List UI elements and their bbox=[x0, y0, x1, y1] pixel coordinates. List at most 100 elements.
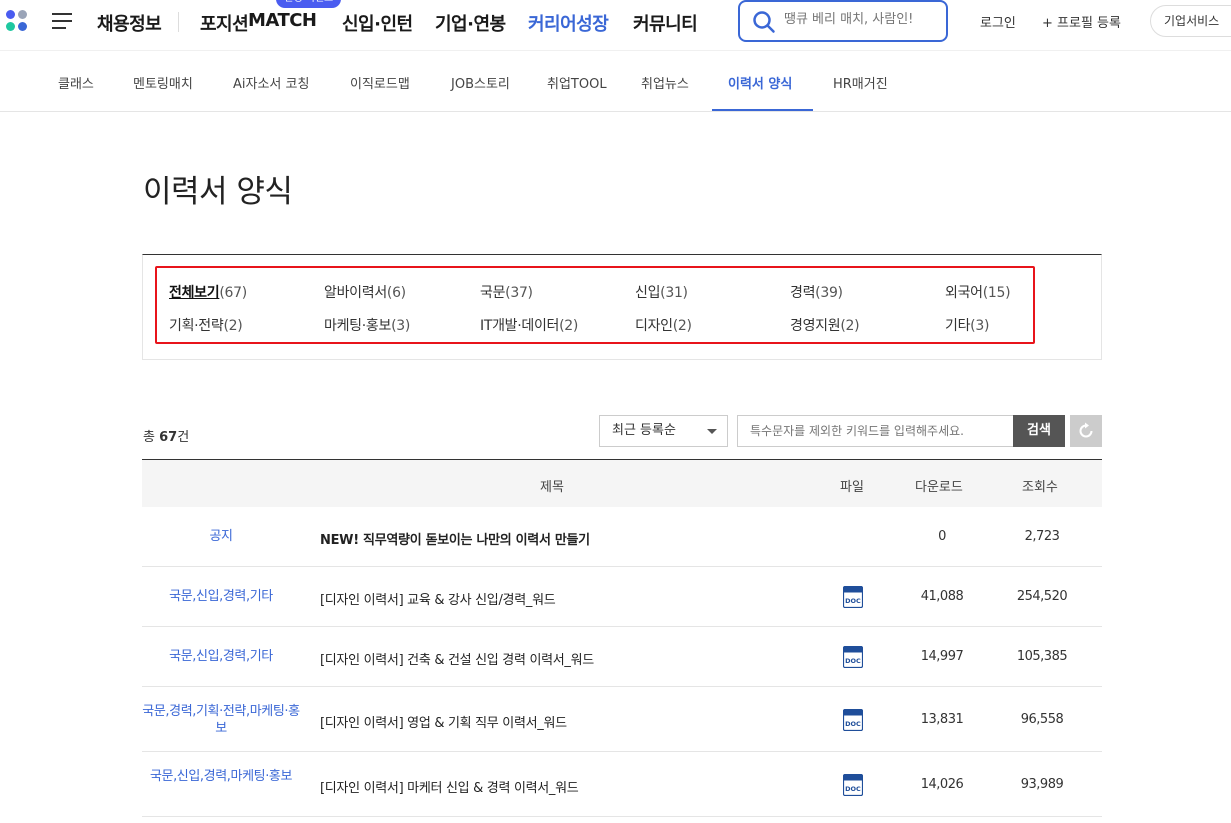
category-planning[interactable]: 기획·전략(2) bbox=[169, 315, 243, 335]
reset-button[interactable] bbox=[1070, 415, 1102, 447]
category-name: 기획·전략 bbox=[169, 318, 224, 334]
category-name: 국문 bbox=[480, 285, 506, 301]
nav-career-growth[interactable]: 커리어성장 bbox=[528, 10, 609, 36]
row-title[interactable]: [디자인 이력서] 마케터 신입 & 경력 이력서_워드 bbox=[320, 777, 579, 796]
category-experienced[interactable]: 경력(39) bbox=[790, 282, 843, 302]
category-korean[interactable]: 국문(37) bbox=[480, 282, 533, 302]
table-row[interactable]: 국문,신입,경력,마케팅·홍보 [디자인 이력서] 마케터 신입 & 경력 이력… bbox=[142, 752, 1102, 817]
category-name: 기타 bbox=[945, 318, 971, 334]
global-search[interactable] bbox=[738, 0, 948, 42]
category-marketing[interactable]: 마케팅·홍보(3) bbox=[324, 315, 410, 335]
category-name: 신입 bbox=[635, 285, 661, 301]
row-views: 96,558 bbox=[1020, 712, 1064, 727]
tab-mentoring[interactable]: 멘토링매치 bbox=[133, 73, 193, 92]
row-views: 2,723 bbox=[1024, 529, 1060, 544]
keyword-search-input[interactable] bbox=[737, 415, 1013, 447]
row-download: 14,997 bbox=[920, 649, 964, 664]
row-download: 14,026 bbox=[920, 777, 964, 792]
row-category[interactable]: 국문,신입,경력,기타 bbox=[142, 648, 300, 665]
category-name: 전체보기 bbox=[169, 285, 220, 301]
row-category[interactable]: 국문,신입,경력,기타 bbox=[142, 588, 300, 605]
doc-icon[interactable]: DOC bbox=[843, 774, 863, 796]
category-foreign[interactable]: 외국어(15) bbox=[945, 282, 1011, 302]
top-header: 채용정보 포지션 MATCH 진행 이벤트 신입·인턴 기업·연봉 커리어성장 … bbox=[0, 0, 1231, 48]
tab-hr-magazine[interactable]: HR매거진 bbox=[833, 73, 888, 92]
row-download: 0 bbox=[938, 529, 946, 544]
category-count: (2) bbox=[840, 318, 860, 334]
nav-position[interactable]: 포지션 bbox=[200, 10, 249, 36]
table-row[interactable]: 국문,신입,경력,기타 [디자인 이력서] 건축 & 건설 신입 경력 이력서_… bbox=[142, 627, 1102, 687]
row-category[interactable]: 국문,신입,경력,마케팅·홍보 bbox=[142, 768, 300, 785]
category-design[interactable]: 디자인(2) bbox=[635, 315, 692, 335]
svg-text:DOC: DOC bbox=[845, 657, 861, 665]
tab-ai-coaching[interactable]: Ai자소서 코칭 bbox=[233, 73, 309, 92]
category-count: (6) bbox=[386, 285, 406, 301]
row-title[interactable]: [디자인 이력서] 교육 & 강사 신입/경력_워드 bbox=[320, 589, 556, 608]
active-tab-indicator bbox=[712, 109, 813, 111]
nav-community[interactable]: 커뮤니티 bbox=[633, 10, 698, 36]
category-all[interactable]: 전체보기(67) bbox=[169, 282, 247, 302]
row-title[interactable]: NEW! 직무역량이 돋보이는 나만의 이력서 만들기 bbox=[320, 529, 590, 548]
corp-service-button[interactable]: 기업서비스 bbox=[1150, 5, 1231, 37]
chevron-down-icon bbox=[707, 429, 717, 434]
corp-service-label: 기업서비스 bbox=[1164, 14, 1220, 28]
doc-icon[interactable]: DOC bbox=[843, 709, 863, 731]
category-it-data[interactable]: IT개발·데이터(2) bbox=[480, 315, 578, 335]
header-views: 조회수 bbox=[1022, 480, 1058, 495]
category-name: 알바이력서 bbox=[324, 285, 387, 301]
doc-icon[interactable]: DOC bbox=[843, 586, 863, 608]
total-count: 총 67건 bbox=[143, 426, 189, 445]
category-count: (2) bbox=[559, 318, 579, 334]
login-link[interactable]: 로그인 bbox=[980, 12, 1016, 31]
tab-job-news[interactable]: 취업뉴스 bbox=[641, 73, 689, 92]
nav-newcomer[interactable]: 신입·인턴 bbox=[342, 10, 413, 36]
tab-job-tool[interactable]: 취업TOOL bbox=[547, 73, 607, 92]
search-icon bbox=[753, 11, 775, 33]
profile-register-link[interactable]: + 프로필 등록 bbox=[1042, 12, 1121, 31]
table-row[interactable]: 국문,경력,기획·전략,마케팅·홍보 [디자인 이력서] 영업 & 기획 직무 … bbox=[142, 687, 1102, 752]
svg-text:DOC: DOC bbox=[845, 720, 861, 728]
category-name: 경영지원 bbox=[790, 318, 841, 334]
category-name: 디자인 bbox=[635, 318, 673, 334]
row-title[interactable]: [디자인 이력서] 영업 & 기획 직무 이력서_워드 bbox=[320, 712, 567, 731]
tab-career-roadmap[interactable]: 이직로드맵 bbox=[350, 73, 410, 92]
nav-company-salary[interactable]: 기업·연봉 bbox=[435, 10, 506, 36]
table-row[interactable]: 국문,신입,경력,기타 [디자인 이력서] 교육 & 강사 신입/경력_워드 D… bbox=[142, 567, 1102, 627]
menu-icon[interactable] bbox=[52, 13, 72, 29]
page-title: 이력서 양식 bbox=[143, 174, 293, 210]
category-count: (2) bbox=[223, 318, 243, 334]
tab-job-story[interactable]: JOB스토리 bbox=[451, 73, 510, 92]
category-etc[interactable]: 기타(3) bbox=[945, 315, 989, 335]
total-number: 67 bbox=[159, 430, 178, 445]
sort-select[interactable]: 최근 등록순 bbox=[599, 415, 728, 447]
category-count: (3) bbox=[970, 318, 990, 334]
row-category[interactable]: 공지 bbox=[142, 528, 300, 545]
category-count: (2) bbox=[672, 318, 692, 334]
row-title[interactable]: [디자인 이력서] 건축 & 건설 신입 경력 이력서_워드 bbox=[320, 649, 594, 668]
tab-class[interactable]: 클래스 bbox=[58, 73, 94, 92]
match-event-badge: 진행 이벤트 bbox=[276, 0, 342, 8]
category-parttime[interactable]: 알바이력서(6) bbox=[324, 282, 406, 302]
doc-icon[interactable]: DOC bbox=[843, 646, 863, 668]
category-count: (67) bbox=[219, 285, 247, 301]
nav-jobs[interactable]: 채용정보 bbox=[97, 10, 162, 36]
category-management[interactable]: 경영지원(2) bbox=[790, 315, 860, 335]
row-views: 93,989 bbox=[1020, 777, 1064, 792]
search-button[interactable]: 검색 bbox=[1013, 415, 1065, 447]
sort-value: 최근 등록순 bbox=[612, 423, 676, 438]
row-download: 41,088 bbox=[920, 589, 964, 604]
category-name: 경력 bbox=[790, 285, 816, 301]
sub-navigation: 클래스 멘토링매치 Ai자소서 코칭 이직로드맵 JOB스토리 취업TOOL 취… bbox=[0, 50, 1231, 112]
row-views: 254,520 bbox=[1016, 589, 1068, 604]
category-count: (3) bbox=[391, 318, 410, 334]
row-category[interactable]: 국문,경력,기획·전략,마케팅·홍보 bbox=[142, 703, 300, 737]
table-row[interactable]: 공지 NEW! 직무역량이 돋보이는 나만의 이력서 만들기 0 2,723 bbox=[142, 507, 1102, 567]
header-file: 파일 bbox=[840, 480, 864, 495]
tab-resume-form[interactable]: 이력서 양식 bbox=[728, 73, 792, 92]
global-search-input[interactable] bbox=[784, 12, 944, 27]
nav-match[interactable]: MATCH bbox=[248, 10, 317, 31]
category-newcomer[interactable]: 신입(31) bbox=[635, 282, 688, 302]
header-title: 제목 bbox=[540, 480, 564, 495]
logo-icon[interactable] bbox=[6, 10, 28, 32]
category-name: IT개발·데이터 bbox=[480, 318, 560, 334]
